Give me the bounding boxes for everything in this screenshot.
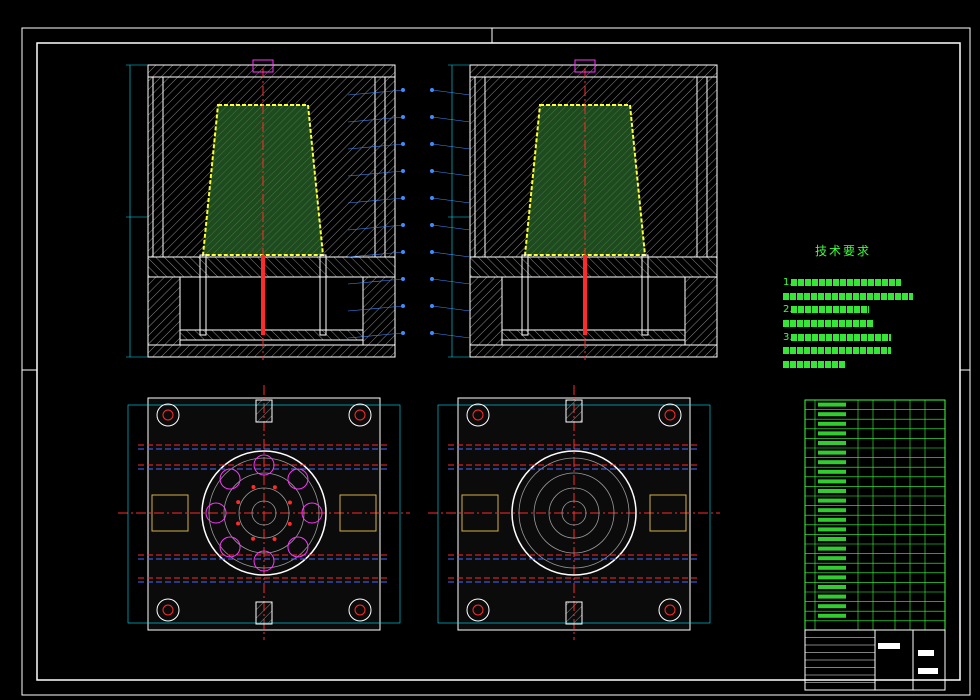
part-number-balloon [401,223,405,227]
part-number-balloon [430,88,434,92]
core-plate [469,256,718,278]
drawing-number-block [918,668,938,674]
part-number-balloon [401,169,405,173]
bom-cell-text [818,450,846,455]
bom-cell-text [818,565,846,570]
part-number-balloon [401,142,405,146]
leader-line [431,89,471,96]
plan-view-fixed-half [118,385,410,640]
leader-line [431,305,471,312]
bom-cell-text [818,527,846,532]
technical-requirements-title: 技术要求 [815,244,872,258]
bom-cell-text [818,402,846,407]
drawing-name-block [878,643,900,649]
spacer-block-left [469,276,503,346]
plan-view-moving-half [428,385,720,640]
core-plate [147,256,396,278]
top-lock [255,399,273,423]
part-number-balloon [430,250,434,254]
part-number-balloon [401,196,405,200]
bom-cell-text [818,517,846,522]
leader-line [431,332,471,339]
top-clamp-plate [469,64,718,78]
bom-cell-text [818,460,846,465]
part-number-balloon [430,223,434,227]
bom-cell-text [818,479,846,484]
leader-line [431,143,471,150]
part-number-balloon [401,331,405,335]
bom-cell-text [818,489,846,493]
bom-cell-text [818,441,846,445]
part-number-balloon [430,115,434,119]
bom-cell-text [818,546,846,551]
ejector-pin [251,536,256,541]
bom-cell-text [818,421,846,426]
ejector-pin [272,536,277,541]
part-number-balloon [430,304,434,308]
bottom-lock [565,601,583,625]
bom-cell-text [818,594,846,599]
cad-drawing-canvas: 技术要求 1. 2. 3. [0,0,980,700]
ejector-pin [251,485,256,490]
leader-line [431,251,471,258]
ejector-pin [583,255,587,335]
part-number-balloon [430,169,434,173]
bom-cell-text [818,585,846,589]
top-lock [565,399,583,423]
front-section-view-right [430,59,718,360]
part-number-balloon [401,304,405,308]
bom-cell-text [818,604,846,609]
spacer-block-right [684,276,718,346]
material-block [918,650,934,656]
requirement-item: 3. [783,330,913,344]
part-number-balloon [430,331,434,335]
ejector-pin [272,485,277,490]
front-section-view-left [126,59,405,360]
part-number-balloon [430,196,434,200]
bill-of-materials-table [804,399,946,691]
ejector-plate [501,329,686,341]
bottom-lock [255,601,273,625]
ejector-plate [179,329,364,341]
bottom-clamp-plate [147,344,396,358]
bottom-clamp-plate [469,344,718,358]
leader-line [431,278,471,285]
bom-cell-text [818,431,846,436]
top-clamp-plate [147,64,396,78]
ejector-pin [261,255,265,335]
bom-cell-text [818,575,846,580]
part-number-balloon [430,277,434,281]
leader-line [431,197,471,204]
ejector-pin [236,521,241,526]
bom-cell-text [818,537,846,541]
part-number-balloon [401,250,405,254]
bom-cell-text [818,613,846,618]
part-number-balloon [430,142,434,146]
bom-cell-text [818,469,846,474]
technical-requirements-list: 1. 2. 3. [783,276,913,371]
bom-cell-text [818,412,846,417]
requirement-item: 1. [783,276,913,290]
spacer-block-right [362,276,396,346]
bom-cell-text [818,498,846,503]
part-number-balloon [401,277,405,281]
leader-line [431,116,471,123]
bom-cell-text [818,508,846,513]
ejector-pin [287,521,292,526]
part-number-balloon [401,88,405,92]
bom-cell-text [818,556,846,561]
leader-line [431,170,471,177]
ejector-pin [236,500,241,505]
ejector-pin [287,500,292,505]
leader-line [431,224,471,231]
requirement-item: 2. [783,303,913,317]
part-number-balloon [401,115,405,119]
spacer-block-left [147,276,181,346]
